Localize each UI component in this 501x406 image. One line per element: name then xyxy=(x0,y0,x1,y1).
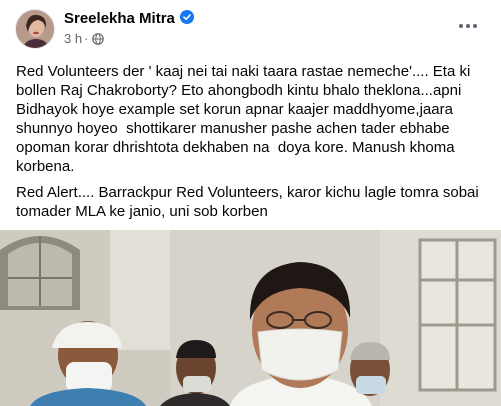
author-avatar[interactable] xyxy=(15,9,55,49)
author-name[interactable]: Sreelekha Mitra xyxy=(64,10,175,27)
globe-icon[interactable] xyxy=(92,33,105,49)
post-timestamp[interactable]: 3 h xyxy=(64,31,82,46)
more-options-icon[interactable] xyxy=(453,10,483,40)
post-paragraph: Red Alert.... Barrackpur Red Volunteers,… xyxy=(16,184,483,220)
verified-badge-icon xyxy=(179,10,194,24)
post-body: Red Volunteers der ' kaaj nei tai naki t… xyxy=(16,62,492,228)
post-image-scene xyxy=(0,230,501,406)
avatar-photo xyxy=(16,10,54,48)
post-header: Sreelekha Mitra 3 h · xyxy=(0,0,501,58)
meta-separator: · xyxy=(84,31,89,46)
post-photo[interactable] xyxy=(0,230,501,406)
post-paragraph: Red Volunteers der ' kaaj nei tai naki t… xyxy=(16,63,475,175)
